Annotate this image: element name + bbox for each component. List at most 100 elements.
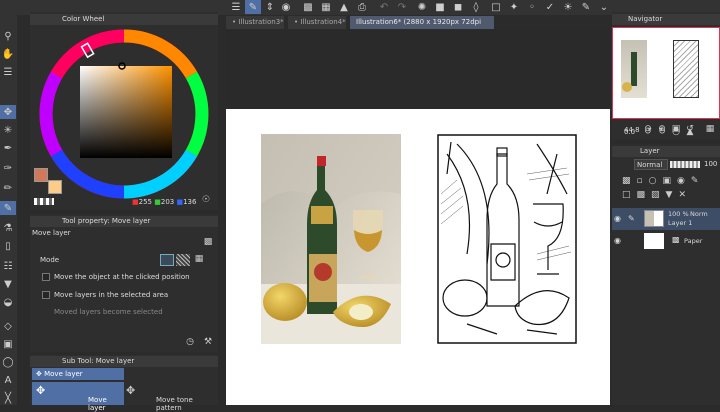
- rotate-reset-icon[interactable]: ○: [670, 126, 682, 138]
- canvas-workspace[interactable]: [226, 30, 610, 405]
- line-tool-icon[interactable]: ╳: [0, 391, 16, 405]
- fill-bucket-icon[interactable]: ▼: [0, 277, 16, 291]
- layer-row-1[interactable]: ◉ ✎ 100 % Norm Layer 1: [612, 208, 720, 230]
- pointer-icon[interactable]: ✦: [506, 0, 522, 14]
- paper-icon: ▩: [672, 235, 680, 244]
- updown-icon[interactable]: ⇕: [262, 0, 278, 14]
- rotate-fit-icon[interactable]: ▲: [684, 126, 696, 138]
- tab-illustration3-label: Illustration3*: [238, 18, 284, 26]
- sparkle-icon[interactable]: ◦: [524, 0, 540, 14]
- pencil-icon[interactable]: ✏: [0, 181, 16, 195]
- opacity-value[interactable]: 100: [704, 160, 717, 168]
- left-toolbar: ⚲ ✋ ☰ ✥ ✳ ✒ ✑ ✏ ✎ ⚗ ▯ ☷ ▼ ◒ ◇ ▣ ◯ A ╳: [0, 15, 17, 405]
- transform-icon[interactable]: ✺: [414, 0, 430, 14]
- image-icon[interactable]: ▦: [318, 0, 334, 14]
- fill-icon[interactable]: ■: [432, 0, 448, 14]
- layer-1-name: Layer 1: [668, 219, 693, 227]
- tool-property-title: Tool property: Move layer: [62, 217, 151, 225]
- transparent-swatch[interactable]: [34, 198, 54, 205]
- gradient-icon[interactable]: ◒: [0, 295, 16, 309]
- menu-lines-icon[interactable]: ☰: [0, 65, 16, 79]
- reference-icon[interactable]: ○: [649, 176, 657, 188]
- delete-layer-icon[interactable]: ✕: [678, 190, 686, 202]
- option-checkbox-2[interactable]: [42, 291, 50, 299]
- magic-wand-icon[interactable]: ✳: [0, 123, 16, 137]
- brush-icon[interactable]: ✎: [0, 201, 16, 215]
- layer-1-percent: 100 %: [668, 210, 689, 218]
- tab-illustration3[interactable]: • Illustration3*: [226, 16, 284, 29]
- frame-icon[interactable]: ▣: [0, 337, 16, 351]
- rotate-left-icon[interactable]: ↺: [642, 126, 654, 138]
- color-settings-icon[interactable]: ☉: [200, 194, 212, 206]
- menu-icon[interactable]: ☰: [228, 0, 244, 14]
- new-folder-icon[interactable]: ▩: [637, 190, 646, 202]
- mode-layer-button[interactable]: [160, 254, 174, 266]
- reference-photo[interactable]: [261, 134, 401, 344]
- paint-icon[interactable]: ◼: [450, 0, 466, 14]
- settings-icon[interactable]: ☀: [560, 0, 576, 14]
- tool-property-header: Tool property: Move layer: [30, 216, 218, 227]
- rotate-right-icon[interactable]: ↻: [656, 126, 668, 138]
- move-icon[interactable]: ✥: [0, 105, 16, 119]
- option-checkbox-1[interactable]: [42, 273, 50, 281]
- clip-icon[interactable]: ▩: [622, 176, 631, 188]
- navigator-photo-thumb: [621, 40, 647, 98]
- layer-header: Layer: [612, 146, 720, 157]
- pen-tool-icon[interactable]: ✎: [245, 0, 261, 14]
- text-tool-icon[interactable]: A: [0, 373, 16, 387]
- duplicate-icon[interactable]: ▧: [651, 190, 660, 202]
- navigator-preview[interactable]: [612, 27, 720, 119]
- merge-icon[interactable]: ▼: [666, 190, 673, 202]
- blend-icon[interactable]: ☷: [0, 259, 16, 273]
- main-color-swatch[interactable]: [34, 168, 48, 182]
- visibility-eye-icon[interactable]: ◉: [614, 214, 621, 223]
- circle-tool-icon[interactable]: ◯: [0, 355, 16, 369]
- palette-icon[interactable]: ◉: [677, 176, 685, 188]
- wrench-icon[interactable]: ⚒: [202, 336, 214, 348]
- undo-icon[interactable]: ↶: [376, 0, 392, 14]
- eyedropper-icon[interactable]: ✒: [0, 141, 16, 155]
- sub-tool-item-3-label: Move tone pattern: [156, 396, 193, 412]
- reset-icon[interactable]: ◷: [184, 336, 196, 348]
- print-icon[interactable]: ⎙: [354, 0, 370, 14]
- blend-mode-select[interactable]: Normal: [634, 159, 668, 170]
- new-layer-icon[interactable]: □: [622, 190, 631, 202]
- lock-layer-icon[interactable]: ▫: [637, 176, 643, 188]
- navigator-angle-value[interactable]: 0.0: [624, 128, 635, 136]
- opacity-slider[interactable]: [670, 161, 700, 168]
- mask-icon[interactable]: ▣: [662, 176, 671, 188]
- sub-tool-item-1[interactable]: ✥ Move layer: [32, 368, 124, 380]
- file-icon[interactable]: ▩: [300, 0, 316, 14]
- animation-icon[interactable]: ◉: [278, 0, 294, 14]
- pen-icon[interactable]: ✑: [0, 161, 16, 175]
- shape-icon[interactable]: ◊: [468, 0, 484, 14]
- option-label-1: Move the object at the clicked position: [54, 273, 190, 281]
- dropdown-icon[interactable]: ⌄: [596, 0, 612, 14]
- lock-icon[interactable]: ▩: [202, 236, 214, 248]
- tab-illustration6[interactable]: Illustration6* (2880 x 1920px 72dpi 44.8…: [350, 16, 494, 39]
- mode-grid-button[interactable]: ▦: [192, 254, 206, 266]
- sub-color-swatch[interactable]: [48, 180, 62, 194]
- paper-layer-name: Paper: [684, 237, 703, 245]
- disabled-option-label: Moved layers become selected: [54, 308, 163, 316]
- redo-icon[interactable]: ↷: [394, 0, 410, 14]
- sub-tool-item-3[interactable]: ✥ Move tone pattern: [126, 382, 216, 412]
- mode-tone-button[interactable]: [176, 254, 190, 266]
- draft-icon[interactable]: ✎: [691, 176, 699, 188]
- ruler-icon[interactable]: ▲: [336, 0, 352, 14]
- color-wheel[interactable]: [36, 26, 212, 202]
- paper-visibility-eye-icon[interactable]: ◉: [614, 236, 621, 245]
- sub-tool-item-2[interactable]: ✥ Move layer: [32, 382, 124, 412]
- layer-row-2[interactable]: ◉ ▩ Paper: [612, 231, 720, 251]
- navigator-title: Navigator: [628, 15, 663, 23]
- airbrush-icon[interactable]: ⚗: [0, 221, 16, 235]
- line-sketch[interactable]: [437, 134, 577, 344]
- tab-illustration4[interactable]: • Illustration4*: [288, 16, 346, 29]
- hand-icon[interactable]: ✋: [0, 47, 16, 61]
- zoom-icon[interactable]: ⚲: [0, 29, 16, 43]
- edit-icon[interactable]: ✎: [578, 0, 594, 14]
- eraser-icon[interactable]: ▯: [0, 239, 16, 253]
- figure-icon[interactable]: ◇: [0, 319, 16, 333]
- check-icon[interactable]: ✓: [542, 0, 558, 14]
- square-icon[interactable]: □: [488, 0, 504, 14]
